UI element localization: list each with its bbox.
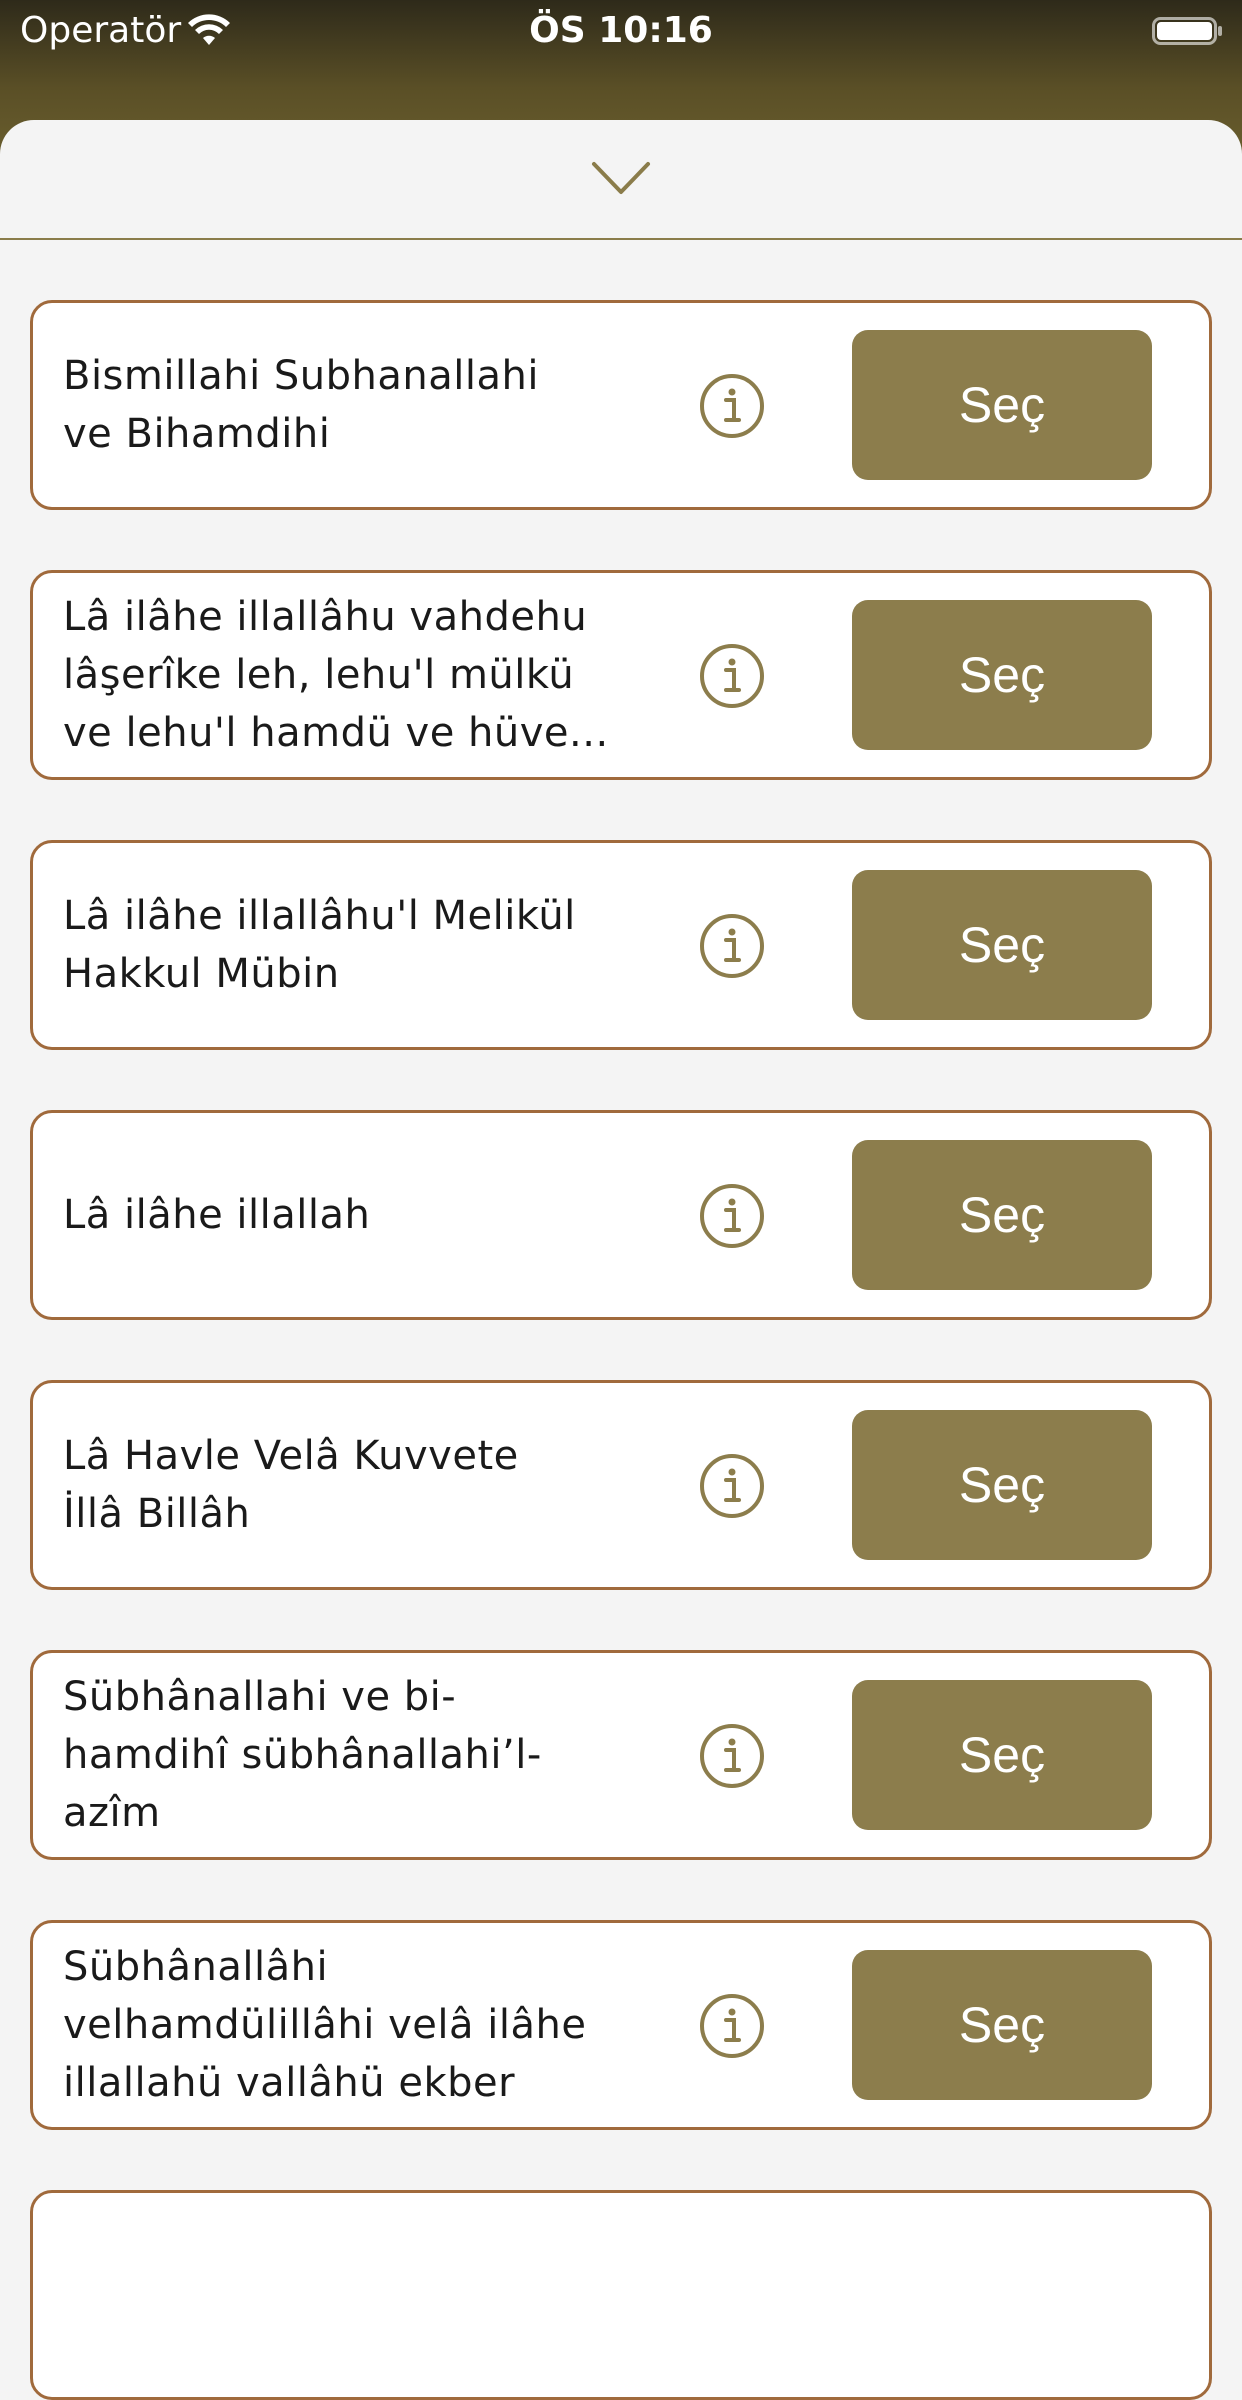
select-button[interactable]: Seç [852,330,1152,480]
list-item: Sübhânallâhi velhamdülillâhi velâ ilâhe … [30,1920,1212,2130]
sheet-header [0,120,1242,240]
select-button[interactable]: Seç [852,600,1152,750]
select-button[interactable]: Seç [852,1950,1152,2100]
list-item: Lâ ilâhe illallah Seç [30,1110,1212,1320]
status-time: ÖS 10:16 [529,10,713,51]
dhikr-text: Lâ ilâhe illallâhu vahdehu lâşerîke leh,… [63,594,609,756]
info-icon[interactable] [699,1183,765,1249]
select-button[interactable]: Seç [852,1680,1152,1830]
list-item: Sübhânallahi ve bi- hamdihî sübhânallahi… [30,1650,1212,1860]
dhikr-text: Lâ Havle Velâ Kuvvete İllâ Billâh [63,1433,519,1537]
status-bar: Operatör ÖS 10:16 [0,0,1242,62]
info-icon[interactable] [699,913,765,979]
dhikr-text: Bismillahi Subhanallahi ve Bihamdihi [63,353,539,457]
battery-icon [1152,17,1222,45]
bottom-sheet: Bismillahi Subhanallahi ve Bihamdihi Seç… [0,120,1242,2400]
list-item: Bismillahi Subhanallahi ve Bihamdihi Seç [30,300,1212,510]
list-item: Lâ ilâhe illallâhu'l Melikül Hakkul Mübi… [30,840,1212,1050]
list-item-partial [30,2190,1212,2400]
select-button[interactable]: Seç [852,1140,1152,1290]
list-item: Lâ Havle Velâ Kuvvete İllâ Billâh Seç [30,1380,1212,1590]
dhikr-text: Sübhânallâhi velhamdülillâhi velâ ilâhe … [63,1944,587,2106]
dhikr-text: Lâ ilâhe illallâhu'l Melikül Hakkul Mübi… [63,893,576,997]
info-icon[interactable] [699,1993,765,2059]
info-icon[interactable] [699,373,765,439]
dhikr-text: Sübhânallahi ve bi- hamdihî sübhânallahi… [63,1674,542,1836]
info-icon[interactable] [699,643,765,709]
dhikr-text: Lâ ilâhe illallah [63,1192,371,1238]
select-button[interactable]: Seç [852,1410,1152,1560]
info-icon[interactable] [699,1723,765,1789]
info-icon[interactable] [699,1453,765,1519]
chevron-down-icon[interactable] [590,158,652,198]
list-item: Lâ ilâhe illallâhu vahdehu lâşerîke leh,… [30,570,1212,780]
select-button[interactable]: Seç [852,870,1152,1020]
